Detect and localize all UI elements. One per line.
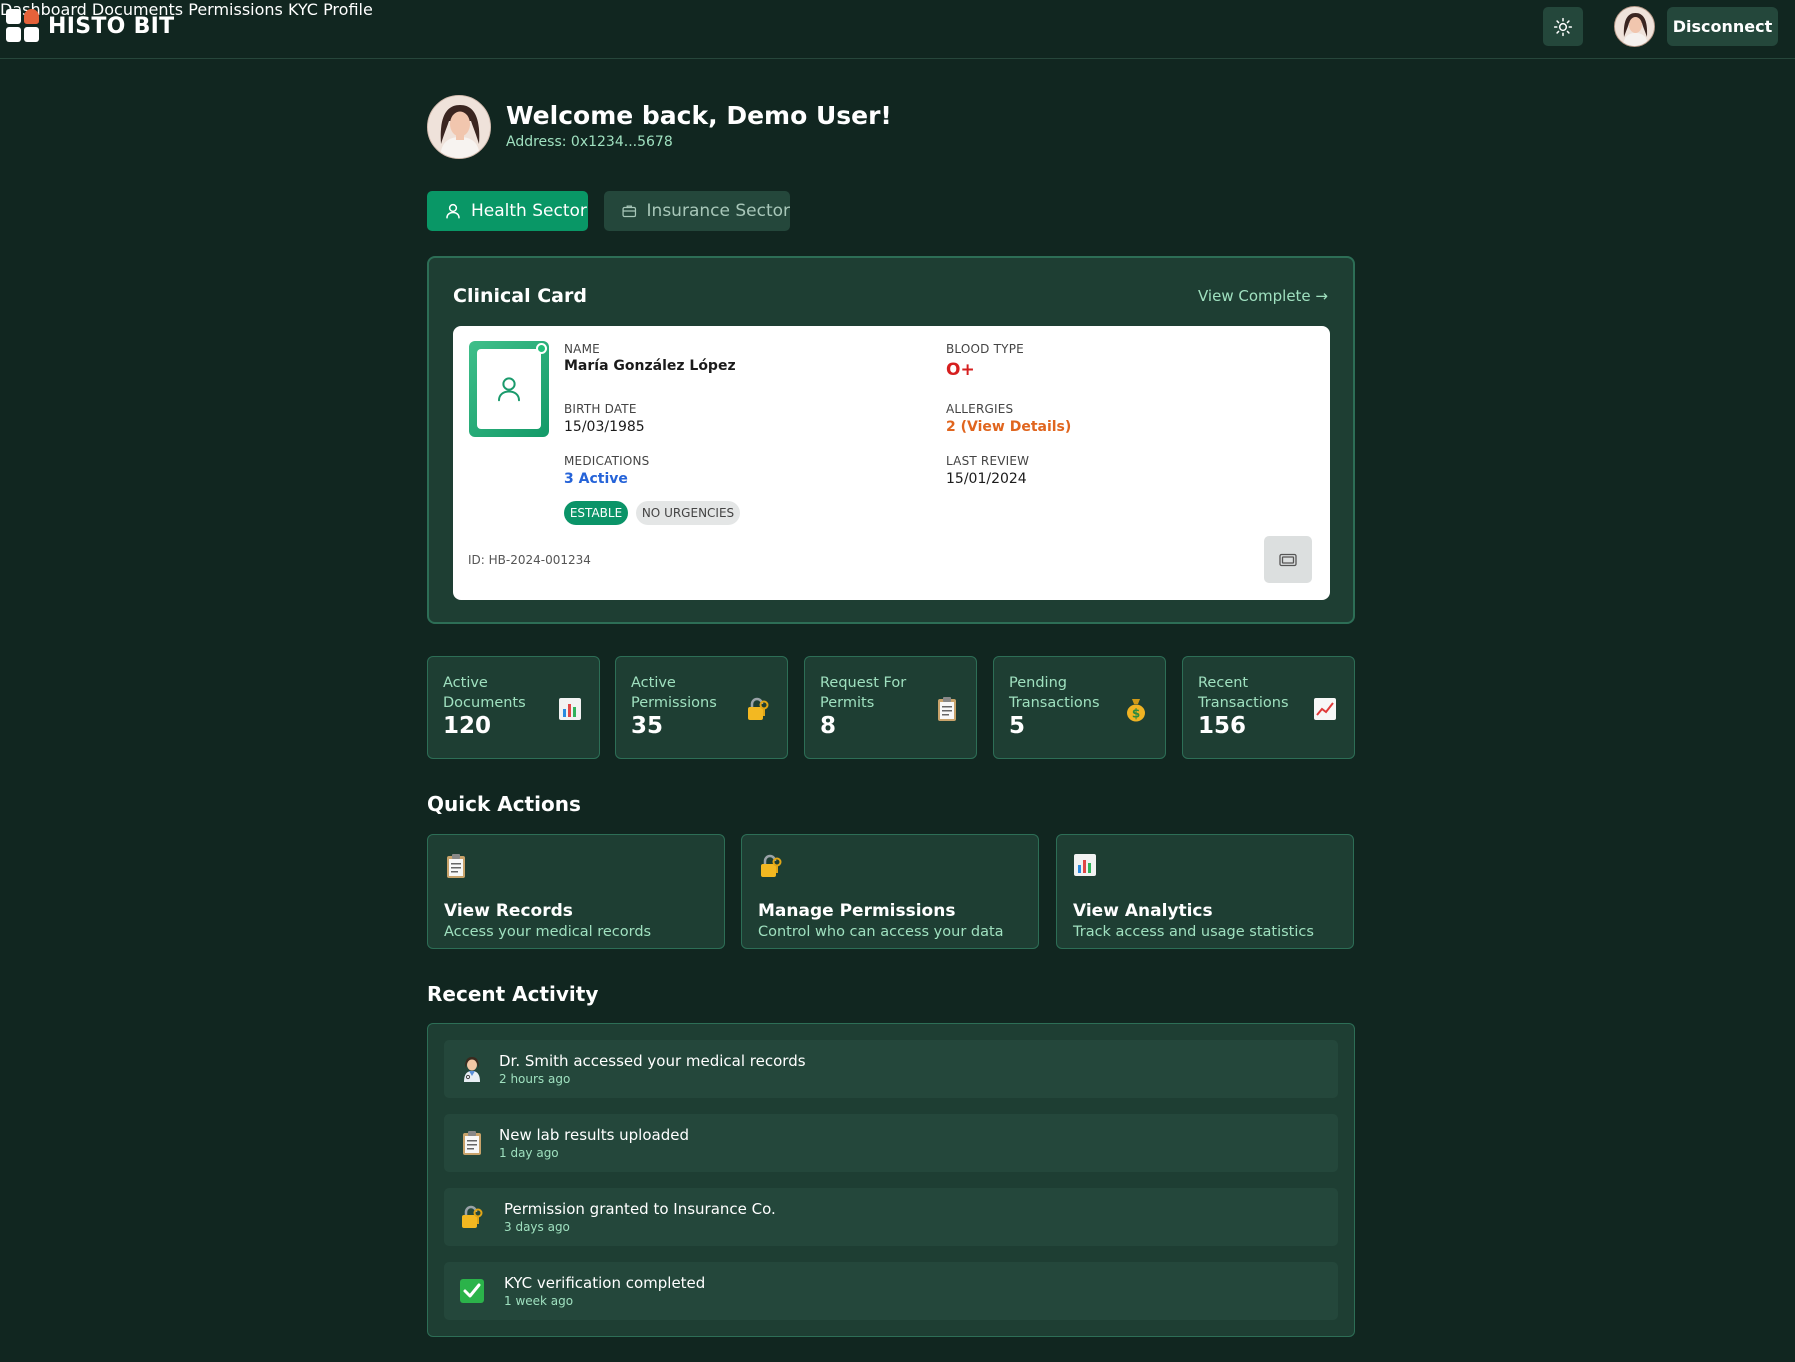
last-review-label: LAST REVIEW	[946, 454, 1030, 468]
logo-mark-icon	[6, 9, 40, 43]
blood-type-value: O+	[946, 360, 975, 380]
bar-chart-icon	[557, 696, 583, 722]
patient-photo	[469, 341, 549, 437]
quick-action-desc: Control who can access your data	[758, 924, 1004, 940]
lock-key-icon	[458, 1203, 486, 1231]
activity-item[interactable]: KYC verification completed 1 week ago	[444, 1262, 1338, 1320]
recent-activity-title: Recent Activity	[427, 982, 599, 1006]
lock-key-icon	[745, 696, 771, 722]
clinical-card-panel: Clinical Card View Complete → NAME María…	[427, 256, 1355, 624]
activity-time: 2 hours ago	[499, 1072, 571, 1086]
bar-chart-icon	[1073, 853, 1097, 883]
stat-value: 5	[1009, 713, 1026, 739]
clipboard-icon	[444, 853, 468, 885]
tab-health-label: Health Sector	[471, 201, 587, 221]
logo[interactable]: HISTO BIT	[6, 9, 174, 43]
urgency-badge: NO URGENCIES	[636, 501, 740, 525]
stat-card-active-permissions[interactable]: Active Permissions 35	[615, 656, 788, 759]
tab-health-sector[interactable]: Health Sector	[427, 191, 588, 231]
quick-action-desc: Access your medical records	[444, 924, 652, 940]
quick-action-desc: Track access and usage statistics	[1073, 924, 1314, 940]
tab-insurance-label: Insurance Sector	[646, 201, 790, 221]
activity-item[interactable]: New lab results uploaded 1 day ago	[444, 1114, 1338, 1172]
quick-action-title: Manage Permissions	[758, 901, 956, 921]
stat-value: 35	[631, 713, 664, 739]
allergies-label: ALLERGIES	[946, 402, 1014, 416]
card-icon	[1279, 553, 1297, 566]
logo-text: HISTO BIT	[48, 13, 175, 39]
nav-kyc[interactable]: KYC	[288, 0, 318, 19]
activity-text: Dr. Smith accessed your medical records	[499, 1052, 806, 1070]
stat-card-active-documents[interactable]: Active Documents 120	[427, 656, 600, 759]
quick-action-view-records[interactable]: View Records Access your medical records	[427, 834, 725, 949]
activity-time: 3 days ago	[504, 1220, 570, 1234]
birth-date-label: BIRTH DATE	[564, 402, 637, 416]
doctor-icon	[458, 1055, 486, 1083]
clinical-card[interactable]: NAME María González López BLOOD TYPE O+ …	[453, 326, 1330, 600]
clipboard-icon	[458, 1129, 486, 1157]
name-label: NAME	[564, 342, 600, 356]
user-icon	[498, 377, 520, 402]
check-mark-icon	[458, 1277, 486, 1305]
quick-action-manage-permissions[interactable]: Manage Permissions Control who can acces…	[741, 834, 1039, 949]
view-complete-link[interactable]: View Complete →	[1198, 287, 1328, 305]
theme-toggle-button[interactable]	[1543, 7, 1583, 46]
activity-time: 1 week ago	[504, 1294, 574, 1308]
quick-action-title: View Records	[444, 901, 573, 921]
birth-date-value: 15/03/1985	[564, 419, 645, 435]
stat-value: 120	[443, 713, 492, 739]
avatar-portrait-icon	[1615, 7, 1654, 46]
svg-text:$: $	[1132, 707, 1140, 721]
nav-permissions[interactable]: Permissions	[188, 0, 283, 19]
top-navbar: HISTO BIT Dashboard Documents Permission…	[0, 0, 1795, 59]
sun-icon	[1553, 17, 1573, 36]
activity-item[interactable]: Dr. Smith accessed your medical records …	[444, 1040, 1338, 1098]
avatar-portrait-icon	[428, 96, 490, 158]
stat-label: Pending Transactions	[1009, 675, 1100, 711]
tab-insurance-sector[interactable]: Insurance Sector	[604, 191, 790, 231]
activity-time: 1 day ago	[499, 1146, 559, 1160]
activity-text: Permission granted to Insurance Co.	[504, 1200, 776, 1218]
medications-label: MEDICATIONS	[564, 454, 650, 468]
medications-value[interactable]: 3 Active	[564, 471, 628, 487]
money-bag-icon: $	[1123, 696, 1149, 722]
welcome-title: Welcome back, Demo User!	[506, 101, 892, 130]
stat-label: Request For Permits	[820, 675, 907, 711]
stat-label: Active Permissions	[631, 675, 717, 711]
stat-card-pending-transactions[interactable]: Pending Transactions 5 $	[993, 656, 1166, 759]
user-icon	[446, 203, 460, 219]
blood-type-label: BLOOD TYPE	[946, 342, 1024, 356]
clipboard-icon	[934, 696, 960, 722]
stat-value: 156	[1198, 713, 1247, 739]
activity-text: New lab results uploaded	[499, 1126, 689, 1144]
user-avatar[interactable]	[1614, 6, 1655, 47]
quick-action-view-analytics[interactable]: View Analytics Track access and usage st…	[1056, 834, 1354, 949]
quick-actions-title: Quick Actions	[427, 792, 581, 816]
activity-item[interactable]: Permission granted to Insurance Co. 3 da…	[444, 1188, 1338, 1246]
nav-profile[interactable]: Profile	[323, 0, 373, 19]
card-id: ID: HB-2024-001234	[468, 553, 591, 567]
stat-card-request-for-permits[interactable]: Request For Permits 8	[804, 656, 977, 759]
recent-activity-list: Dr. Smith accessed your medical records …	[427, 1023, 1355, 1337]
stat-label: Recent Transactions	[1198, 675, 1289, 711]
allergies-value[interactable]: 2 (View Details)	[946, 419, 1071, 435]
online-status-dot	[536, 343, 547, 354]
activity-text: KYC verification completed	[504, 1274, 706, 1292]
stat-card-recent-transactions[interactable]: Recent Transactions 156	[1182, 656, 1355, 759]
briefcase-icon	[622, 205, 637, 218]
quick-action-title: View Analytics	[1073, 901, 1213, 921]
stat-value: 8	[820, 713, 837, 739]
lock-key-icon	[758, 853, 784, 885]
disconnect-button[interactable]: Disconnect	[1667, 7, 1778, 46]
wallet-address: Address: 0x1234...5678	[506, 134, 673, 150]
welcome-avatar	[427, 95, 491, 159]
patient-name: María González López	[564, 358, 736, 374]
stat-label: Active Documents	[443, 675, 526, 711]
status-badge: ESTABLE	[564, 501, 628, 525]
clinical-card-title: Clinical Card	[453, 285, 587, 307]
trend-up-icon	[1312, 696, 1338, 722]
last-review-value: 15/01/2024	[946, 471, 1027, 487]
card-view-button[interactable]	[1264, 536, 1312, 583]
